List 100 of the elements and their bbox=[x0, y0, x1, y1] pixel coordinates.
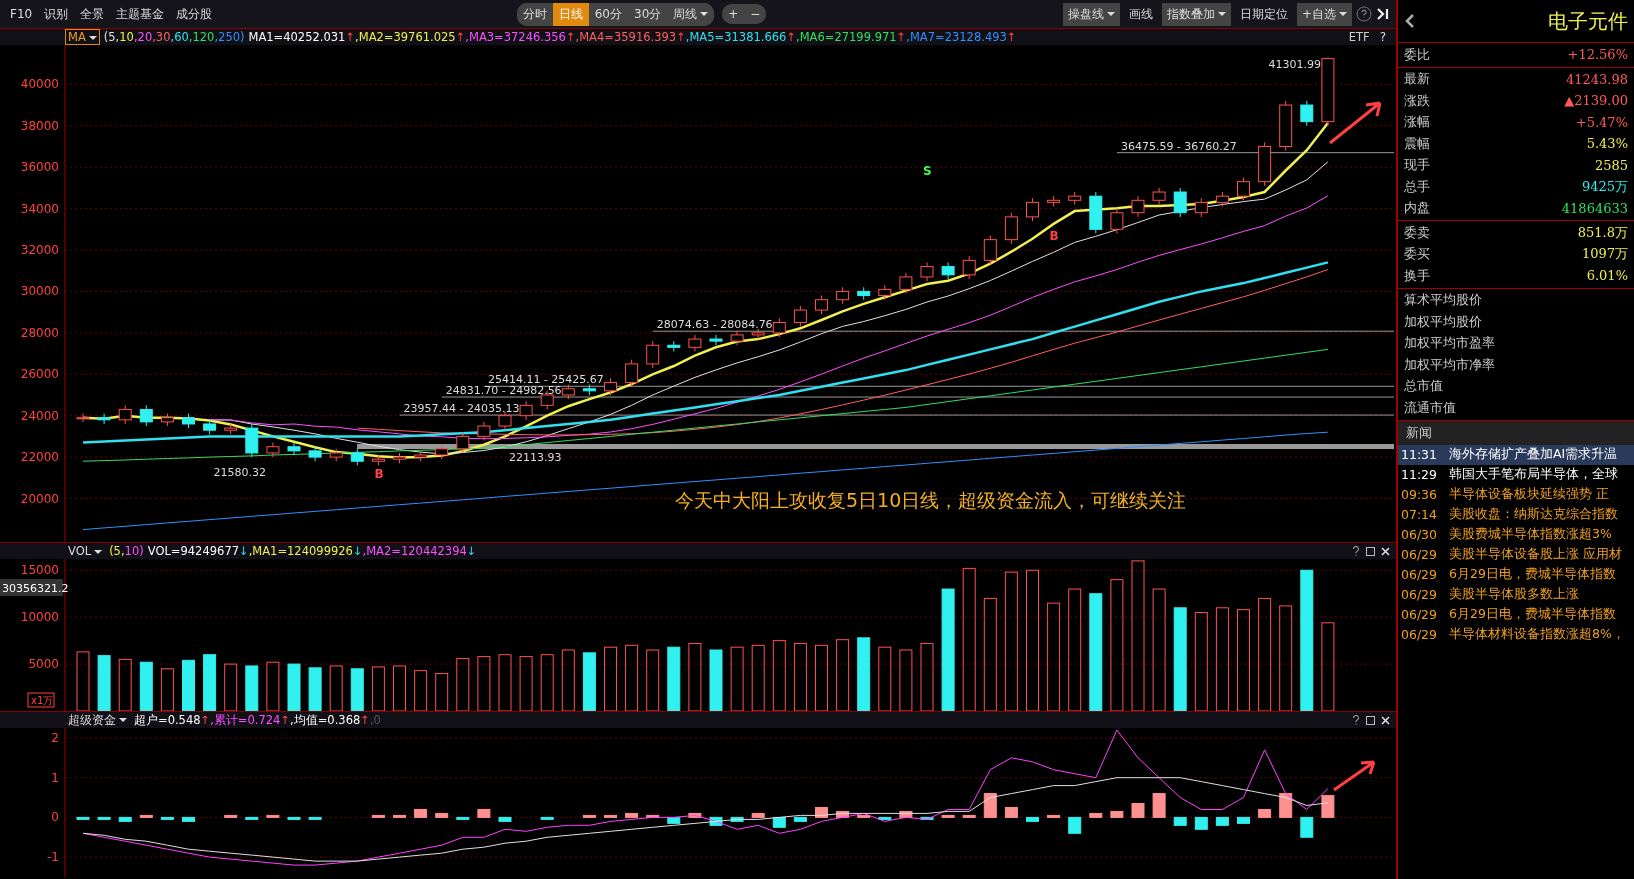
axis-label: 15000 bbox=[20, 563, 59, 578]
candlestick bbox=[983, 235, 997, 265]
candlestick bbox=[878, 284, 892, 301]
indicator-reading: ,MA2=39761.025 bbox=[355, 30, 456, 44]
candlestick bbox=[76, 413, 90, 423]
indicator-param: ,120 bbox=[188, 30, 215, 44]
toolbar-link[interactable]: F10 bbox=[6, 7, 37, 21]
news-item[interactable]: 11:31 海外存储扩产叠加AI需求升温 bbox=[1398, 444, 1634, 465]
axis-label: 38000 bbox=[20, 118, 59, 133]
trend-arrow: ↓ bbox=[239, 544, 249, 558]
candlestick bbox=[308, 446, 322, 462]
quote-label: 加权平均市净率 bbox=[1404, 355, 1495, 374]
quote-label: 总手 bbox=[1404, 177, 1430, 196]
quote-value: 2585 bbox=[1594, 157, 1628, 173]
toolbar-button[interactable]: +自选 bbox=[1296, 2, 1352, 26]
candlestick bbox=[1194, 197, 1208, 218]
indicator-dropdown[interactable]: MA bbox=[65, 29, 100, 45]
toolbar-link[interactable]: 成分股 bbox=[172, 5, 217, 23]
toolbar-button[interactable]: 指数叠加 bbox=[1161, 2, 1231, 26]
candlestick bbox=[1152, 187, 1166, 205]
buy-signal: B bbox=[1049, 228, 1059, 243]
trend-arrow: ↑ bbox=[896, 30, 907, 44]
candlestick bbox=[793, 305, 807, 328]
axis-label: 32000 bbox=[20, 243, 59, 257]
candlestick bbox=[772, 317, 786, 338]
price-range-label: 36475.59 - 36760.27 bbox=[1120, 139, 1237, 153]
quote-label: 加权平均股价 bbox=[1404, 312, 1482, 331]
indicator-dropdown[interactable]: 超级资金 bbox=[65, 711, 130, 729]
quote-value: 1097万 bbox=[1581, 245, 1628, 264]
etf-label: ETF bbox=[1348, 30, 1370, 44]
news-item[interactable]: 06/29 美股半导体股多数上涨 bbox=[1398, 584, 1634, 605]
toolbar-link[interactable]: 全景 bbox=[76, 5, 109, 23]
axis-label: 0 bbox=[51, 810, 59, 825]
trend-arrow: ↑ bbox=[200, 713, 211, 727]
news-item[interactable]: 06/30 美股费城半导体指数涨超3% bbox=[1398, 524, 1634, 545]
maximize-icon[interactable] bbox=[1366, 546, 1375, 556]
candlestick bbox=[1173, 187, 1187, 218]
axis-label: 2 bbox=[51, 730, 59, 745]
help-icon[interactable] bbox=[1356, 6, 1372, 22]
trend-arrow: ↑ bbox=[280, 713, 291, 727]
indicator-param: ,10 bbox=[115, 30, 134, 44]
candlestick bbox=[1279, 100, 1293, 152]
candlestick bbox=[97, 413, 111, 425]
indicator-reading: ,MA1=124099926 bbox=[248, 544, 353, 558]
toolbar-link[interactable]: 主题基金 bbox=[112, 5, 169, 23]
axis-label: 36000 bbox=[20, 160, 59, 175]
news-item[interactable]: 09:36 半导体设备板块延续强势 正 bbox=[1398, 484, 1634, 505]
candlestick bbox=[118, 404, 132, 425]
cursor-value-label: 30356321.2 bbox=[0, 579, 69, 596]
news-item[interactable]: 06/29 美股半导体设备股上涨 应用材 bbox=[1398, 544, 1634, 565]
toolbar-button[interactable]: 日期定位 bbox=[1234, 2, 1293, 26]
candlestick bbox=[920, 261, 934, 282]
candlestick bbox=[287, 442, 301, 456]
axis-label: 28000 bbox=[20, 325, 59, 340]
maximize-icon[interactable] bbox=[1366, 715, 1375, 725]
quote-value: 6.01% bbox=[1586, 268, 1628, 284]
trend-arrow: ↑ bbox=[786, 30, 796, 44]
close-icon[interactable] bbox=[1381, 715, 1390, 725]
candlestick bbox=[1004, 212, 1018, 245]
collapse-icon[interactable] bbox=[1376, 7, 1390, 21]
candlestick bbox=[139, 404, 153, 427]
axis-label: 20000 bbox=[20, 491, 59, 506]
candlestick bbox=[625, 359, 639, 388]
indicator-dropdown[interactable]: VOL bbox=[65, 543, 106, 559]
trend-arrow: ↓ bbox=[466, 544, 477, 558]
news-item[interactable]: 06/29 半导体材料设备指数涨超8%， bbox=[1398, 624, 1634, 645]
candlestick bbox=[604, 377, 617, 396]
trend-arrow: ↑ bbox=[1006, 30, 1017, 44]
quote-label: 涨幅 bbox=[1404, 113, 1430, 132]
axis-label: 10000 bbox=[20, 610, 59, 625]
indicator-param: (5 bbox=[103, 30, 116, 44]
axis-label: 34000 bbox=[20, 201, 59, 216]
unit-label: x1万 bbox=[27, 692, 55, 708]
candlestick bbox=[182, 413, 195, 429]
candlestick bbox=[266, 442, 280, 458]
help-icon[interactable] bbox=[1352, 546, 1360, 556]
back-icon[interactable] bbox=[1404, 13, 1416, 29]
news-item[interactable]: 07:14 美股收盘：纳斯达克综合指数 bbox=[1398, 504, 1634, 525]
help-icon[interactable] bbox=[1352, 715, 1360, 725]
news-header: 新闻 bbox=[1398, 420, 1634, 445]
price-label: 21580.32 bbox=[213, 465, 267, 479]
chart-note: 今天中大阳上攻收复5日10日线，超级资金流入，可继续关注 bbox=[675, 489, 1187, 511]
close-icon[interactable] bbox=[1381, 546, 1390, 556]
toolbar-link[interactable]: 识别 bbox=[40, 5, 73, 23]
quote-value: 9425万 bbox=[1581, 177, 1628, 196]
news-item[interactable]: 11:29 韩国大手笔布局半导体，全球 bbox=[1398, 464, 1634, 485]
candlestick bbox=[1258, 141, 1272, 187]
help-button[interactable]: ? bbox=[1375, 30, 1390, 44]
candlestick bbox=[1215, 191, 1229, 207]
news-item[interactable]: 06/29 6月29日电，费城半导体指数 bbox=[1398, 604, 1634, 625]
candlestick bbox=[1047, 195, 1061, 207]
price-range-label: 25414.11 - 25425.67 bbox=[487, 373, 604, 387]
news-item[interactable]: 06/29 6月29日电，费城半导体指数 bbox=[1398, 564, 1634, 585]
candlestick bbox=[245, 423, 259, 458]
quote-value: ▲2139.00 bbox=[1564, 93, 1628, 109]
candlestick bbox=[815, 295, 828, 315]
toolbar-button[interactable]: 操盘线 bbox=[1062, 2, 1120, 26]
toolbar-button[interactable]: 画线 bbox=[1123, 2, 1158, 26]
candlestick bbox=[1321, 56, 1335, 127]
indicator-reading: MA1=40252.031 bbox=[248, 30, 346, 44]
